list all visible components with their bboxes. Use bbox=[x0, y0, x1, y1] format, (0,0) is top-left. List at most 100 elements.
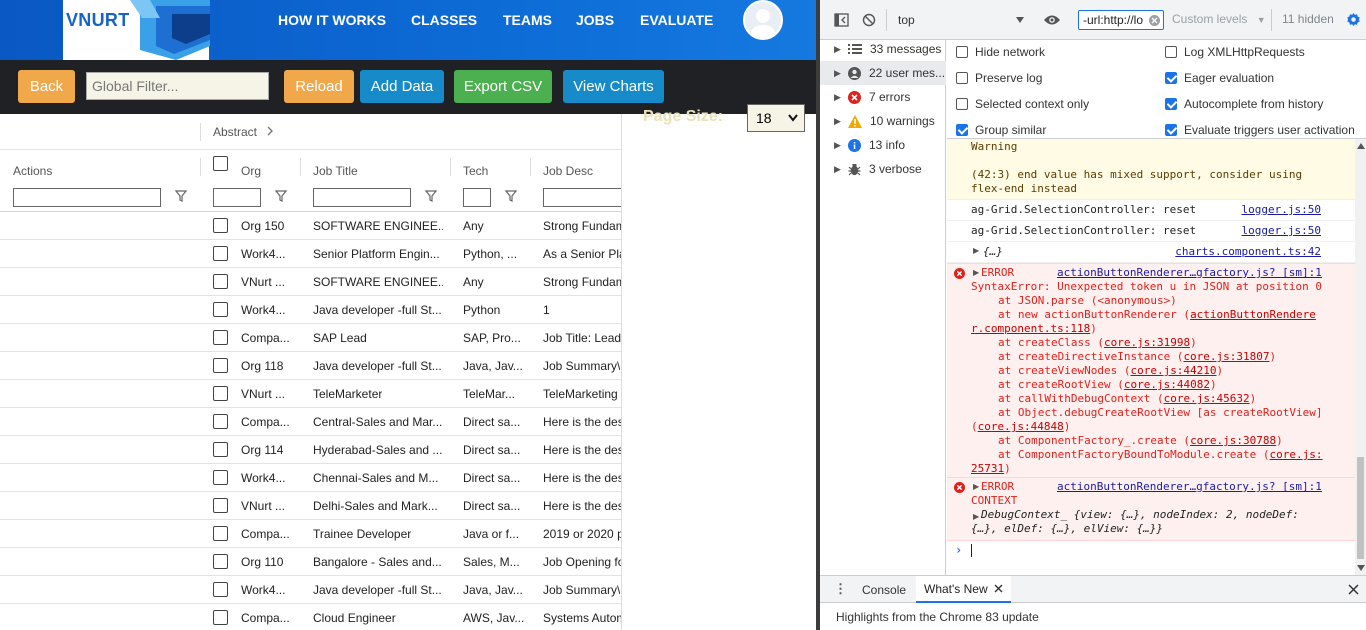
filter-icon[interactable] bbox=[425, 190, 437, 202]
stack-frame-link[interactable]: core.js:44082 bbox=[1124, 378, 1210, 391]
table-row[interactable]: Org 114 Hyderabad-Sales and ... Direct sa.… bbox=[0, 436, 621, 464]
sidebar-item-warnings[interactable]: ▶ 10 warnings bbox=[820, 109, 946, 133]
log-source-link[interactable]: charts.component.ts:42 bbox=[1175, 245, 1321, 259]
filter-icon[interactable] bbox=[275, 190, 287, 202]
filter-icon[interactable] bbox=[175, 190, 187, 202]
row-checkbox[interactable] bbox=[213, 274, 228, 289]
stack-frame-link[interactable]: actionButtonRendere bbox=[1190, 308, 1316, 321]
row-checkbox[interactable] bbox=[213, 302, 228, 317]
setting-checkbox[interactable] bbox=[956, 72, 968, 84]
table-row[interactable]: Org 118 Java developer -full St... Java, J… bbox=[0, 352, 621, 380]
setting-checkbox[interactable] bbox=[1165, 72, 1177, 84]
clear-console-icon[interactable] bbox=[862, 13, 876, 27]
error-source-link[interactable]: actionButtonRenderer…gfactory.js? [sm]:1 bbox=[1057, 480, 1322, 494]
filter-icon[interactable] bbox=[505, 190, 517, 202]
row-checkbox[interactable] bbox=[213, 246, 228, 261]
stack-frame-link[interactable]: core.js:31807 bbox=[1183, 350, 1269, 363]
row-checkbox[interactable] bbox=[213, 386, 228, 401]
row-checkbox[interactable] bbox=[213, 498, 228, 513]
setting-evaluate-triggers-user-activation[interactable]: Evaluate triggers user activation bbox=[1165, 120, 1355, 140]
table-row[interactable]: Work4... Senior Platform Engin... Python, … bbox=[0, 240, 621, 268]
stack-frame-link[interactable]: core.js: bbox=[1270, 448, 1323, 461]
debug-context-object[interactable]: DebugContext_ {view: {…}, nodeIndex: 2, … bbox=[981, 508, 1299, 522]
stack-frame-link[interactable]: core.js:30788 bbox=[1190, 434, 1276, 447]
column-header-actions[interactable]: Actions bbox=[13, 164, 52, 178]
column-header-org[interactable]: Org bbox=[241, 164, 261, 178]
setting-eager-evaluation[interactable]: Eager evaluation bbox=[1165, 68, 1274, 88]
column-header-tech[interactable]: Tech bbox=[463, 164, 488, 178]
sidebar-item-errors[interactable]: ▶ 7 errors bbox=[820, 85, 946, 109]
nav-classes[interactable]: CLASSES bbox=[411, 12, 477, 28]
console-scrollbar[interactable] bbox=[1355, 139, 1366, 575]
setting-checkbox[interactable] bbox=[1165, 98, 1177, 110]
scroll-down-icon[interactable] bbox=[1357, 565, 1365, 571]
close-drawer-icon[interactable] bbox=[1348, 584, 1359, 595]
stack-frame-link[interactable]: r.component.ts:118 bbox=[971, 322, 1090, 335]
table-row[interactable]: VNurt ... SOFTWARE ENGINEE... Any Strong Fu… bbox=[0, 268, 621, 296]
table-row[interactable]: Compa... Trainee Developer Java or f... 201… bbox=[0, 520, 621, 548]
console-filter-input[interactable]: -url:http://lo bbox=[1078, 10, 1164, 30]
table-row[interactable]: VNurt ... Delhi-Sales and Mark... Direct s… bbox=[0, 492, 621, 520]
scrollbar-thumb[interactable] bbox=[1357, 457, 1364, 559]
setting-checkbox[interactable] bbox=[1165, 46, 1177, 58]
table-row[interactable]: VNurt ... TeleMarketer TeleMar... TeleMarke… bbox=[0, 380, 621, 408]
log-source-link[interactable]: logger.js:50 bbox=[1242, 203, 1321, 217]
log-levels-dropdown[interactable]: Custom levels ▼ bbox=[1172, 12, 1266, 26]
setting-checkbox[interactable] bbox=[956, 98, 968, 110]
filter-tech-input[interactable] bbox=[463, 188, 491, 207]
table-row[interactable]: Work4... Java developer -full St... Java, … bbox=[0, 576, 621, 604]
log-source-link[interactable]: logger.js:50 bbox=[1242, 224, 1321, 238]
expand-arrow-icon[interactable]: ▶ bbox=[973, 246, 979, 255]
global-filter-input[interactable] bbox=[86, 72, 269, 100]
object-preview[interactable]: {…} bbox=[983, 245, 1003, 259]
add-data-button[interactable]: Add Data bbox=[360, 70, 444, 103]
gear-icon[interactable] bbox=[1346, 12, 1361, 27]
scroll-up-icon[interactable] bbox=[1357, 143, 1365, 149]
table-row[interactable]: Work4... Java developer -full St... Python… bbox=[0, 296, 621, 324]
error-source-link[interactable]: actionButtonRenderer…gfactory.js? [sm]:1 bbox=[1057, 266, 1322, 280]
select-all-checkbox[interactable] bbox=[213, 156, 228, 171]
avatar[interactable] bbox=[743, 0, 783, 40]
sidebar-toggle-icon[interactable] bbox=[834, 13, 849, 27]
nav-jobs[interactable]: JOBS bbox=[576, 12, 614, 28]
stack-frame-link[interactable]: core.js:31998 bbox=[1104, 336, 1190, 349]
sidebar-item-verbose[interactable]: ▶ 3 verbose bbox=[820, 157, 946, 181]
table-row[interactable]: Compa... Cloud Engineer AWS, Jav... Systems… bbox=[0, 604, 621, 630]
chevron-right-icon[interactable] bbox=[266, 126, 274, 136]
setting-checkbox[interactable] bbox=[956, 124, 968, 136]
sidebar-item-user-messages[interactable]: ▶ 22 user mes... bbox=[820, 61, 946, 85]
nav-how-it-works[interactable]: HOW IT WORKS bbox=[278, 12, 386, 28]
row-checkbox[interactable] bbox=[213, 218, 228, 233]
row-checkbox[interactable] bbox=[213, 610, 228, 625]
setting-log-xmlhttprequests[interactable]: Log XMLHttpRequests bbox=[1165, 42, 1305, 62]
tab-console[interactable]: Console bbox=[850, 576, 918, 603]
row-checkbox[interactable] bbox=[213, 470, 228, 485]
row-checkbox[interactable] bbox=[213, 414, 228, 429]
page-size-select[interactable]: 18 bbox=[747, 104, 805, 132]
context-selector[interactable]: top bbox=[886, 9, 1028, 31]
sidebar-item-messages[interactable]: ▶ 33 messages bbox=[820, 37, 946, 61]
nav-teams[interactable]: TEAMS bbox=[503, 12, 552, 28]
eye-icon[interactable] bbox=[1043, 13, 1061, 27]
sidebar-item-info[interactable]: ▶ 13 info bbox=[820, 133, 946, 157]
expand-arrow-icon[interactable]: ▶ bbox=[973, 512, 979, 521]
expand-arrow-icon[interactable]: ▶ bbox=[973, 482, 979, 491]
setting-hide-network[interactable]: Hide network bbox=[956, 42, 1045, 62]
back-button[interactable]: Back bbox=[18, 70, 75, 103]
column-header-job-desc[interactable]: Job Desc bbox=[543, 164, 593, 178]
filter-job-title-input[interactable] bbox=[313, 188, 411, 207]
reload-button[interactable]: Reload bbox=[284, 70, 354, 103]
console-prompt[interactable]: › bbox=[947, 541, 1355, 563]
table-row[interactable]: Compa... SAP Lead SAP, Pro... Job Title: Le… bbox=[0, 324, 621, 352]
row-checkbox[interactable] bbox=[213, 358, 228, 373]
setting-group-similar[interactable]: Group similar bbox=[956, 120, 1046, 140]
stack-frame-link[interactable]: core.js:44848 bbox=[978, 420, 1064, 433]
table-row[interactable]: Work4... Chennai-Sales and M... Direct sa.… bbox=[0, 464, 621, 492]
view-charts-button[interactable]: View Charts bbox=[563, 70, 664, 103]
stack-frame-link[interactable]: core.js:44210 bbox=[1130, 364, 1216, 377]
filter-org-input[interactable] bbox=[213, 188, 261, 207]
column-header-job-title[interactable]: Job Title bbox=[313, 164, 358, 178]
row-checkbox[interactable] bbox=[213, 330, 228, 345]
table-row[interactable]: Compa... Central-Sales and Mar... Direct s… bbox=[0, 408, 621, 436]
tab-whats-new[interactable]: What's New bbox=[916, 576, 1011, 603]
